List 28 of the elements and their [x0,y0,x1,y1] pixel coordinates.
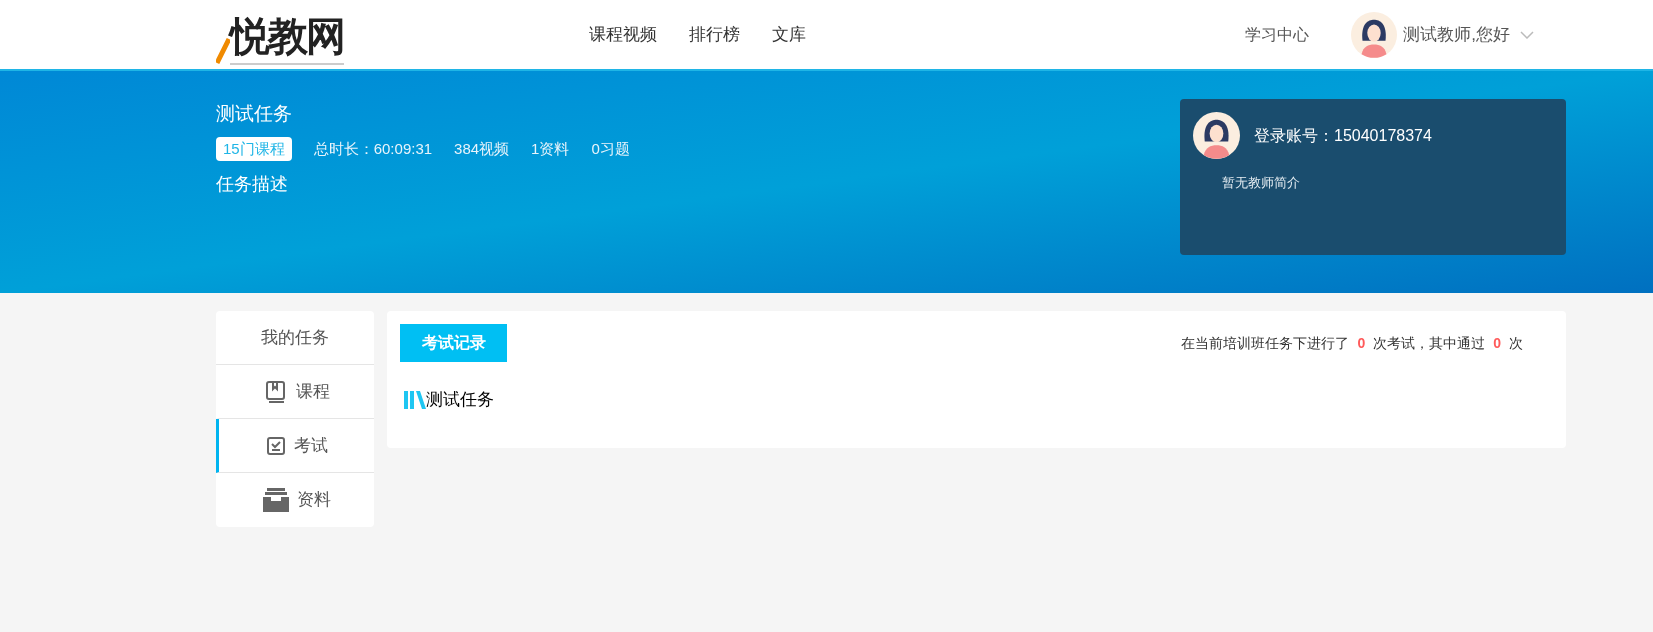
exam-task-title[interactable]: 测试任务 [426,387,494,413]
chevron-down-icon[interactable] [1520,30,1534,39]
stat-text: 1资料 [531,138,570,159]
account-text: 登录账号：15040178374 [1254,125,1432,146]
logo[interactable]: 悦教网 [230,8,344,65]
sidebar-item[interactable]: 课程 [216,365,374,419]
tray-icon [262,488,289,512]
user-greeting[interactable]: 测试教师,您好 [1403,21,1510,48]
exam-summary-text: 在当前培训班任务下进行了 0 次考试，其中通过 0 次 [1181,334,1523,353]
checkbox-icon [265,435,286,456]
task-title: 测试任务 [216,102,293,126]
stat-text: 384视频 [454,138,510,159]
sidebar-item[interactable]: 资料 [216,473,374,527]
book-icon [263,379,288,404]
nav-link[interactable]: 文库 [772,21,806,48]
stat-text: 0习题 [591,138,630,159]
nav-link[interactable]: 排行榜 [689,21,740,48]
bars-icon [404,389,426,410]
study-center-link[interactable]: 学习中心 [1245,22,1310,47]
nav-link[interactable]: 课程视频 [589,21,657,48]
description-label: 任务描述 [216,173,289,196]
sidebar-title: 我的任务 [216,311,374,365]
avatar-icon [1351,11,1398,58]
course-count-badge: 15门课程 [216,137,292,161]
stat-text: 总时长：60:09:31 [313,138,433,159]
avatar-icon [1193,112,1240,159]
sidebar-item[interactable]: 考试 [216,419,374,473]
teacher-intro: 暂无教师简介 [1222,174,1301,192]
